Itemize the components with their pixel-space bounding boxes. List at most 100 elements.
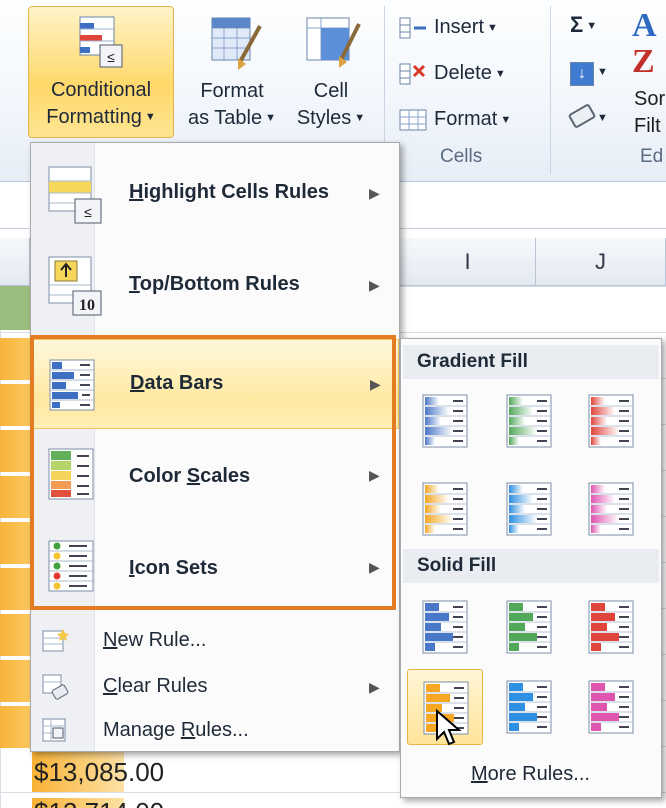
format-cells-icon — [399, 109, 427, 131]
column-header-i[interactable]: I — [400, 238, 536, 286]
svg-text:10: 10 — [79, 297, 95, 314]
delete-button[interactable]: Delete ▼ — [398, 56, 506, 90]
format-as-table-label-1: Format — [200, 80, 264, 102]
solid-fill-swatch-1[interactable] — [407, 589, 483, 665]
menu-item-top-bottom-rules[interactable]: 10 Top/Bottom Rules ▶ — [33, 241, 399, 329]
insert-button[interactable]: Insert ▼ — [398, 10, 498, 44]
sort-filter-label-2[interactable]: Filt — [634, 113, 661, 140]
data-bar-cell — [0, 660, 30, 702]
data-bar-swatch-icon — [506, 600, 552, 654]
manage-rules-icon — [42, 718, 66, 742]
highlight-cells-rules-icon: ≤ — [48, 166, 102, 224]
cells-group-label: Cells — [440, 146, 483, 167]
chevron-down-icon: ▼ — [494, 67, 506, 80]
data-bar-swatch-icon — [506, 680, 552, 734]
chevron-right-icon: ▶ — [369, 467, 380, 483]
column-header-j[interactable]: J — [536, 238, 666, 286]
clear-button[interactable]: ▼ — [567, 103, 608, 130]
color-scales-accel: S — [186, 465, 201, 487]
highlight-cells-rules-accel: H — [129, 181, 144, 203]
editing-group-label: Ed — [640, 146, 664, 167]
gradient-fill-swatch-3[interactable] — [573, 383, 649, 459]
format-as-table-button[interactable]: Format as Table ▼ — [178, 6, 286, 138]
svg-text:≤: ≤ — [107, 49, 115, 65]
data-bar-cell — [0, 706, 30, 748]
autosum-button[interactable]: Σ ▼ — [570, 12, 597, 38]
data-bars-post: ata Bars — [144, 372, 224, 394]
new-rule-icon — [42, 629, 69, 652]
manage-rules-post: ules... — [195, 719, 249, 741]
gradient-fill-header: Gradient Fill — [403, 345, 659, 379]
chevron-right-icon: ▶ — [369, 679, 380, 695]
mouse-cursor-icon — [436, 709, 462, 746]
chevron-right-icon: ▶ — [370, 376, 381, 392]
sort-filter-icon: AZ — [632, 7, 657, 80]
cell-styles-button[interactable]: Cell Styles ▼ — [288, 6, 374, 138]
chevron-down-icon: ▼ — [265, 112, 277, 125]
chevron-down-icon: ▼ — [597, 66, 608, 79]
color-scales-icon — [48, 448, 94, 500]
data-bar-cell — [0, 384, 30, 426]
conditional-formatting-label-1: Conditional — [50, 79, 152, 101]
data-bar-cell — [0, 430, 30, 472]
top-bottom-rules-post: op/Bottom Rules — [139, 273, 300, 295]
cell-styles-icon — [306, 17, 361, 68]
solid-fill-header: Solid Fill — [403, 549, 659, 583]
menu-item-manage-rules[interactable]: Manage Rules... — [33, 711, 399, 751]
gradient-fill-swatch-4[interactable] — [407, 471, 483, 547]
group-separator — [550, 6, 551, 174]
chevron-down-icon: ▼ — [487, 21, 498, 34]
chevron-down-icon: ▼ — [354, 112, 366, 125]
solid-fill-swatch-2[interactable] — [491, 589, 567, 665]
chevron-right-icon: ▶ — [369, 559, 380, 575]
conditional-formatting-label-2: Formatting — [46, 106, 142, 128]
data-bar-swatch-icon — [422, 600, 468, 654]
menu-item-color-scales[interactable]: Color Scales ▶ — [33, 431, 399, 521]
format-as-table-label-2: as Table — [187, 107, 263, 129]
solid-fill-swatch-3[interactable] — [573, 589, 649, 665]
fill-button[interactable]: ↓ ▼ — [570, 58, 608, 86]
data-bar-cell — [0, 338, 30, 380]
menu-item-new-rule[interactable]: New Rule... — [33, 619, 399, 663]
solid-fill-swatch-5[interactable] — [491, 669, 567, 745]
solid-fill-swatch-6[interactable] — [573, 669, 649, 745]
data-bar-swatch-icon — [422, 482, 468, 536]
format-button[interactable]: Format ▼ — [398, 102, 511, 136]
format-as-table-icon — [211, 17, 262, 70]
more-rules-item[interactable]: More Rules... — [471, 763, 590, 786]
top-bottom-rules-icon: 10 — [48, 256, 102, 316]
data-bars-icon — [49, 359, 95, 411]
cell-styles-label-1: Cell — [313, 80, 349, 102]
top-bottom-rules-accel: T — [129, 273, 140, 295]
new-rule-accel: N — [103, 629, 118, 651]
chevron-right-icon: ▶ — [369, 185, 380, 201]
row-header-corner — [0, 238, 30, 286]
cell-value[interactable]: $12,714.00 — [34, 789, 164, 808]
data-bar-swatch-icon — [506, 394, 552, 448]
gradient-fill-swatch-1[interactable] — [407, 383, 483, 459]
menu-item-icon-sets[interactable]: Icon Sets ▶ — [33, 523, 399, 613]
data-bar-swatch-icon — [588, 600, 634, 654]
color-scales-pre: Color — [129, 465, 187, 487]
menu-item-clear-rules[interactable]: Clear Rules ▶ — [33, 665, 399, 709]
color-scales-post: cales — [200, 465, 251, 487]
gradient-fill-swatch-2[interactable] — [491, 383, 567, 459]
data-bar-cell — [0, 522, 30, 564]
conditional-formatting-button[interactable]: ≤ Conditional Formatting ▼ — [28, 6, 174, 138]
data-bar-cell — [0, 614, 30, 656]
menu-item-data-bars[interactable]: Data Bars ▶ — [33, 339, 399, 429]
data-bar-swatch-icon — [588, 680, 634, 734]
insert-label: Insert — [434, 16, 485, 38]
fill-down-icon: ↓ — [570, 62, 594, 86]
chevron-down-icon: ▼ — [500, 113, 512, 126]
conditional-formatting-menu: ≤ Highlight Cells Rules ▶ 10 Top/Bottom … — [30, 142, 400, 752]
clear-rules-accel: C — [103, 675, 118, 697]
menu-item-highlight-cells-rules[interactable]: ≤ Highlight Cells Rules ▶ — [33, 149, 399, 237]
data-bars-accel: D — [130, 372, 145, 394]
gradient-fill-swatch-6[interactable] — [573, 471, 649, 547]
sort-filter-label-1[interactable]: Sor — [634, 86, 665, 113]
data-bar-swatch-icon — [422, 394, 468, 448]
data-bar-swatch-icon — [506, 482, 552, 536]
new-rule-post: ew Rule... — [117, 629, 207, 651]
gradient-fill-swatch-5[interactable] — [491, 471, 567, 547]
